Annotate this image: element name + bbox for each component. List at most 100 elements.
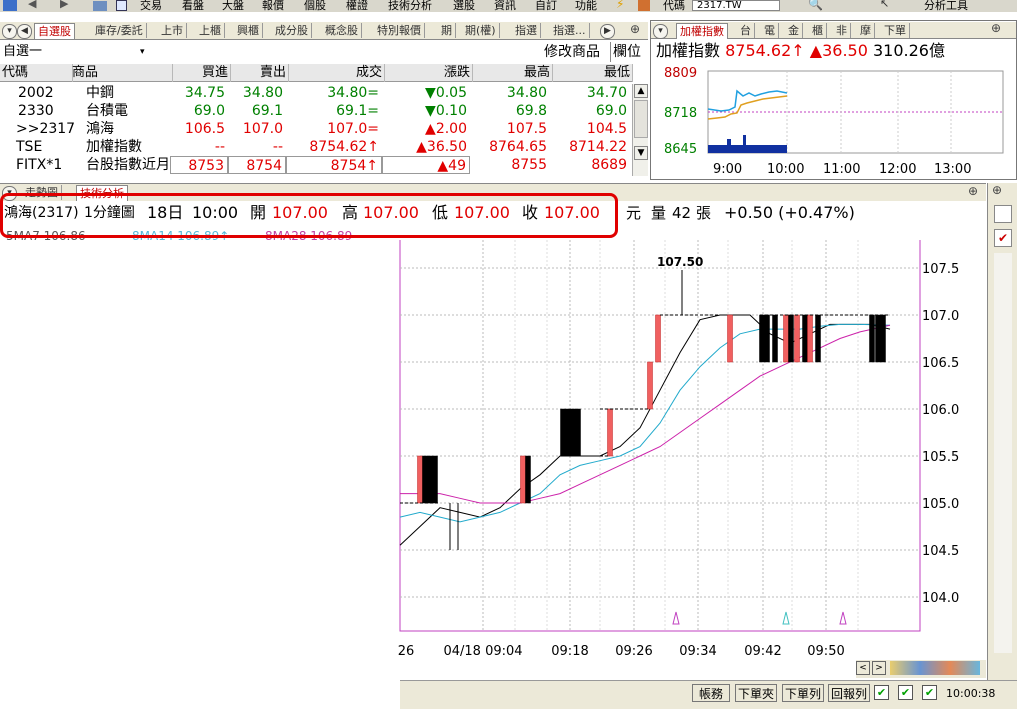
menu-stock[interactable]: 個股 <box>304 0 326 12</box>
menu-function[interactable]: 功能 <box>575 0 597 12</box>
watchlist-tabstrip: ▾ ◀ 自選股 庫存/委託 上市 上櫃 興櫃 成分股 概念股 特別報價 期 期(… <box>0 22 648 40</box>
menu-trade[interactable]: 交易 <box>140 0 162 12</box>
pointer-icon[interactable]: ↖ <box>880 0 889 10</box>
index-tab-taiex[interactable]: 加權指數 <box>676 23 728 39</box>
scroll-up-icon[interactable]: ▲ <box>634 84 648 98</box>
index-tab-finance[interactable]: 金 <box>785 23 803 38</box>
toolbar-zoom-icon[interactable]: ⊕ <box>992 183 1002 197</box>
xtick-label: 04/18 09:04 <box>443 644 522 659</box>
table-row[interactable]: FITX*1 台股指數近月 8753 8754 8754↑ ▲49 8755 8689 <box>0 156 632 174</box>
candle-body <box>794 314 800 363</box>
index-tab-menu-button[interactable]: ▾ <box>653 24 668 39</box>
scroll-thumb[interactable] <box>634 100 648 138</box>
flash-icon[interactable]: ⚡ <box>616 0 624 11</box>
cell-ask: 69.1 <box>251 103 283 119</box>
candle-body <box>772 314 778 363</box>
group-selector[interactable]: 自選一 ▾ <box>0 42 150 62</box>
index-tab-electronics[interactable]: 電 <box>761 23 779 38</box>
index-zoom-icon[interactable]: ⊕ <box>991 21 1001 35</box>
index-tab-nonfin[interactable]: 非 <box>833 23 851 38</box>
status-check-3[interactable]: ✔ <box>922 685 937 700</box>
menu-analysis-tools[interactable]: 分析工具 <box>924 0 968 12</box>
tab-scroll-left-button[interactable]: ◀ <box>17 24 32 39</box>
code-input[interactable]: 2317.TW <box>692 0 780 11</box>
chart-zoom-icon[interactable]: ⊕ <box>968 184 978 198</box>
tab-otc[interactable]: 上櫃 <box>196 23 225 38</box>
order-bar-button[interactable]: 下單列 <box>782 684 824 702</box>
tab-special-quote[interactable]: 特別報價 <box>374 23 425 38</box>
watchlist-scrollbar[interactable]: ▲ ▼ <box>632 84 648 176</box>
menu-tech-analysis[interactable]: 技術分析 <box>388 0 432 12</box>
menu-stock-picker[interactable]: 選股 <box>453 0 475 12</box>
cell-high: 8764.65 <box>489 139 547 155</box>
menu-watch[interactable]: 看盤 <box>182 0 204 12</box>
tab-watchlist[interactable]: 自選股 <box>34 23 75 39</box>
candle-body <box>647 361 653 410</box>
cell-last: 8754↑ <box>286 156 382 174</box>
table-row[interactable]: TSE 加權指數 -- -- 8754.62↑ ▲36.50 8764.65 8714.22 <box>0 138 632 156</box>
candle-body <box>525 455 531 504</box>
menu-info[interactable]: 資訊 <box>494 0 516 12</box>
col-change[interactable]: 漲跌 <box>382 64 473 82</box>
tab-index-options[interactable]: 指選 <box>512 23 541 38</box>
table-row[interactable]: 2330 台積電 69.0 69.1 69.1= ▼0.10 69.8 69.0 <box>0 102 632 120</box>
zoom-icon[interactable]: ⊕ <box>630 22 640 36</box>
tab-components[interactable]: 成分股 <box>272 23 312 38</box>
scroll-down-icon[interactable]: ▼ <box>634 146 648 160</box>
col-high[interactable]: 最高 <box>470 64 553 82</box>
status-check-1[interactable]: ✔ <box>874 685 889 700</box>
table-row[interactable]: >>2317 鴻海 106.5 107.0 107.0= ▲2.00 107.5 104.5 <box>0 120 632 138</box>
status-check-2[interactable]: ✔ <box>898 685 913 700</box>
report-bar-button[interactable]: 回報列 <box>828 684 870 702</box>
tab-inventory-orders[interactable]: 庫存/委託 <box>92 23 147 38</box>
cell-name: 台積電 <box>86 103 128 119</box>
tab-emerging[interactable]: 興櫃 <box>234 23 263 38</box>
col-last[interactable]: 成交 <box>286 64 385 82</box>
order-folder-button[interactable]: 下單夾 <box>735 684 777 702</box>
modify-products-button[interactable]: 修改商品 <box>544 42 600 62</box>
print-icon[interactable] <box>93 1 107 11</box>
toolbar-check-icon[interactable]: ✔ <box>994 229 1012 247</box>
col-code[interactable]: 代碼 <box>0 64 73 82</box>
home-icon[interactable] <box>3 0 17 11</box>
menu-custom[interactable]: 自訂 <box>535 0 557 12</box>
nav-tools-icon[interactable] <box>890 661 980 675</box>
index-xtick-900: 9:00 <box>713 162 742 177</box>
cell-high: 107.5 <box>506 121 547 137</box>
info-vol-unit: 張 <box>696 204 712 222</box>
menu-quote[interactable]: 報價 <box>262 0 284 12</box>
calc-icon[interactable] <box>638 0 650 11</box>
tab-futures[interactable]: 期 <box>438 23 456 38</box>
nav-right-icon[interactable]: > <box>872 661 886 675</box>
popout-icon[interactable] <box>116 0 127 11</box>
table-row[interactable]: 2002 中鋼 34.75 34.80 34.80= ▼0.05 34.80 34.70 <box>0 84 632 102</box>
back-icon[interactable]: ◀ <box>28 0 36 10</box>
cell-bid: 106.5 <box>184 121 225 137</box>
tab-concept[interactable]: 概念股 <box>322 23 362 38</box>
forward-icon[interactable]: ▶ <box>60 0 68 10</box>
index-tab-order[interactable]: 下單 <box>881 23 910 38</box>
index-tab-tai[interactable]: 台 <box>737 23 755 38</box>
account-button[interactable]: 帳務 <box>692 684 730 702</box>
col-ask[interactable]: 賣出 <box>228 64 289 82</box>
tab-listed[interactable]: 上市 <box>158 23 187 38</box>
tab-index-options-more[interactable]: 指選... <box>550 23 590 38</box>
menu-warrant[interactable]: 權證 <box>346 0 368 12</box>
nav-left-icon[interactable]: < <box>856 661 870 675</box>
candle-body <box>875 314 881 363</box>
tab-menu-button[interactable]: ▾ <box>2 24 17 39</box>
menu-market[interactable]: 大盤 <box>222 0 244 12</box>
search-icon[interactable]: 🔍 <box>808 0 823 11</box>
toolbar-text-icon[interactable] <box>994 205 1012 223</box>
col-bid[interactable]: 買進 <box>170 64 231 82</box>
tab-scroll-right-button[interactable]: ▶ <box>600 24 615 39</box>
cell-low: 34.70 <box>586 85 627 101</box>
columns-button[interactable]: 欄位 <box>610 42 641 62</box>
tab-options[interactable]: 期(權) <box>462 23 500 38</box>
col-low[interactable]: 最低 <box>550 64 633 82</box>
cell-ask: 107.0 <box>242 121 283 137</box>
index-tab-msci[interactable]: 摩 <box>857 23 875 38</box>
toolbar-scrollbar[interactable] <box>994 253 1012 653</box>
col-name[interactable]: 商品 <box>70 64 173 82</box>
index-tab-otc[interactable]: 櫃 <box>809 23 827 38</box>
